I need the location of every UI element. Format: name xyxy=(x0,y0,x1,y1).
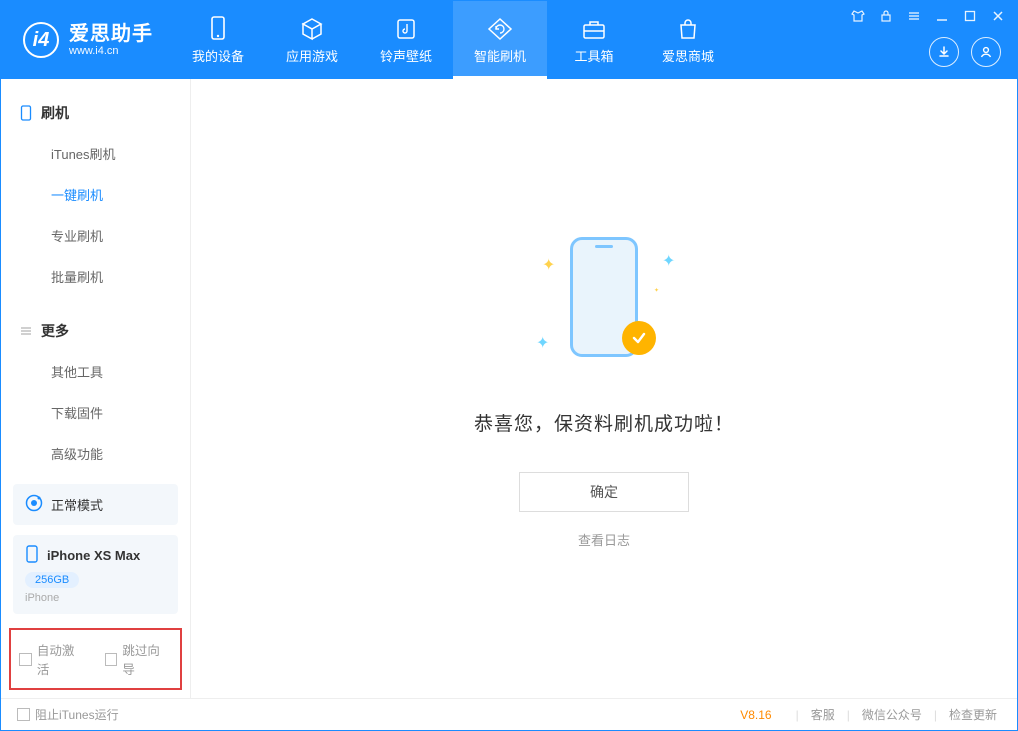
sidebar-section-more: 更多 xyxy=(1,315,190,351)
device-name: iPhone XS Max xyxy=(47,548,140,563)
phone-small-icon xyxy=(19,105,33,121)
checkbox-block-itunes[interactable]: 阻止iTunes运行 xyxy=(17,706,119,723)
list-icon xyxy=(19,325,33,337)
download-button[interactable] xyxy=(929,37,959,67)
success-message: 恭喜您，保资料刷机成功啦！ xyxy=(474,409,734,436)
app-subtitle: www.i4.cn xyxy=(69,45,153,57)
music-note-icon xyxy=(393,16,419,42)
lock-icon[interactable] xyxy=(877,7,895,25)
shirt-icon[interactable] xyxy=(849,7,867,25)
sidebar-item-download-firmware[interactable]: 下载固件 xyxy=(51,392,190,433)
ok-button[interactable]: 确定 xyxy=(519,472,689,512)
sparkle-icon: ✦ xyxy=(662,251,670,259)
checkbox-icon xyxy=(19,653,32,666)
status-label: 正常模式 xyxy=(51,495,103,514)
nav-apps-games[interactable]: 应用游戏 xyxy=(265,1,359,79)
storage-badge: 256GB xyxy=(25,572,79,588)
menu-icon[interactable] xyxy=(905,7,923,25)
bag-icon xyxy=(675,16,701,42)
maximize-button[interactable] xyxy=(961,7,979,25)
nav-toolbox[interactable]: 工具箱 xyxy=(547,1,641,79)
sidebar-section-flash: 刷机 xyxy=(1,97,190,133)
sidebar-item-advanced[interactable]: 高级功能 xyxy=(51,433,190,474)
device-icon xyxy=(25,545,39,566)
logo-area: i4 爱思助手 www.i4.cn xyxy=(1,1,171,79)
nav-smart-flash[interactable]: 智能刷机 xyxy=(453,1,547,79)
highlighted-options: 自动激活 跳过向导 xyxy=(9,628,182,690)
checkbox-auto-activate[interactable]: 自动激活 xyxy=(19,640,87,678)
checkbox-skip-guide[interactable]: 跳过向导 xyxy=(105,640,173,678)
success-illustration: ✦ ✦ ✦ ✦ xyxy=(524,229,684,379)
close-button[interactable] xyxy=(989,7,1007,25)
header-actions xyxy=(929,37,1001,67)
minimize-button[interactable] xyxy=(933,7,951,25)
checkbox-icon xyxy=(105,653,118,666)
user-button[interactable] xyxy=(971,37,1001,67)
checkbox-icon xyxy=(17,708,30,721)
sparkle-icon: ✦ xyxy=(654,287,662,295)
nav-label: 智能刷机 xyxy=(474,46,526,65)
body: 刷机 iTunes刷机 一键刷机 专业刷机 批量刷机 更多 其他工具 下载固件 … xyxy=(1,79,1017,698)
check-icon xyxy=(622,321,656,355)
toolbox-icon xyxy=(581,16,607,42)
wechat-link[interactable]: 微信公众号 xyxy=(858,706,926,723)
sparkle-icon: ✦ xyxy=(542,255,550,263)
nav-label: 工具箱 xyxy=(574,46,613,65)
logo-icon: i4 xyxy=(23,22,59,58)
sidebar-item-batch-flash[interactable]: 批量刷机 xyxy=(51,256,190,297)
app-window: i4 爱思助手 www.i4.cn 我的设备 应用游戏 xyxy=(0,0,1018,731)
nav-label: 应用游戏 xyxy=(286,46,338,65)
status-icon xyxy=(25,494,43,515)
nav-label: 铃声壁纸 xyxy=(380,46,432,65)
sidebar-item-itunes-flash[interactable]: iTunes刷机 xyxy=(51,133,190,174)
refresh-icon xyxy=(487,16,513,42)
nav-label: 我的设备 xyxy=(192,46,244,65)
top-nav: 我的设备 应用游戏 铃声壁纸 智能刷机 xyxy=(171,1,735,79)
status-card[interactable]: 正常模式 xyxy=(13,484,178,525)
check-update-link[interactable]: 检查更新 xyxy=(945,706,1001,723)
view-log-link[interactable]: 查看日志 xyxy=(578,530,630,549)
nav-label: 爱思商城 xyxy=(662,46,714,65)
sparkle-icon: ✦ xyxy=(536,333,544,341)
support-link[interactable]: 客服 xyxy=(807,706,839,723)
nav-store[interactable]: 爱思商城 xyxy=(641,1,735,79)
version-label: V8.16 xyxy=(740,708,771,722)
device-card[interactable]: iPhone XS Max 256GB iPhone xyxy=(13,535,178,614)
sidebar-item-pro-flash[interactable]: 专业刷机 xyxy=(51,215,190,256)
sidebar-item-one-click-flash[interactable]: 一键刷机 xyxy=(51,174,190,215)
window-controls xyxy=(849,7,1007,25)
device-type: iPhone xyxy=(25,592,166,604)
phone-icon xyxy=(205,16,231,42)
header: i4 爱思助手 www.i4.cn 我的设备 应用游戏 xyxy=(1,1,1017,79)
sidebar-item-other-tools[interactable]: 其他工具 xyxy=(51,351,190,392)
cube-icon xyxy=(299,16,325,42)
main-content: ✦ ✦ ✦ ✦ 恭喜您，保资料刷机成功啦！ 确定 查看日志 xyxy=(191,79,1017,698)
footer: 阻止iTunes运行 V8.16 | 客服 | 微信公众号 | 检查更新 xyxy=(1,698,1017,730)
app-title: 爱思助手 xyxy=(69,23,153,45)
nav-my-device[interactable]: 我的设备 xyxy=(171,1,265,79)
nav-ringtones-wallpapers[interactable]: 铃声壁纸 xyxy=(359,1,453,79)
sidebar: 刷机 iTunes刷机 一键刷机 专业刷机 批量刷机 更多 其他工具 下载固件 … xyxy=(1,79,191,698)
